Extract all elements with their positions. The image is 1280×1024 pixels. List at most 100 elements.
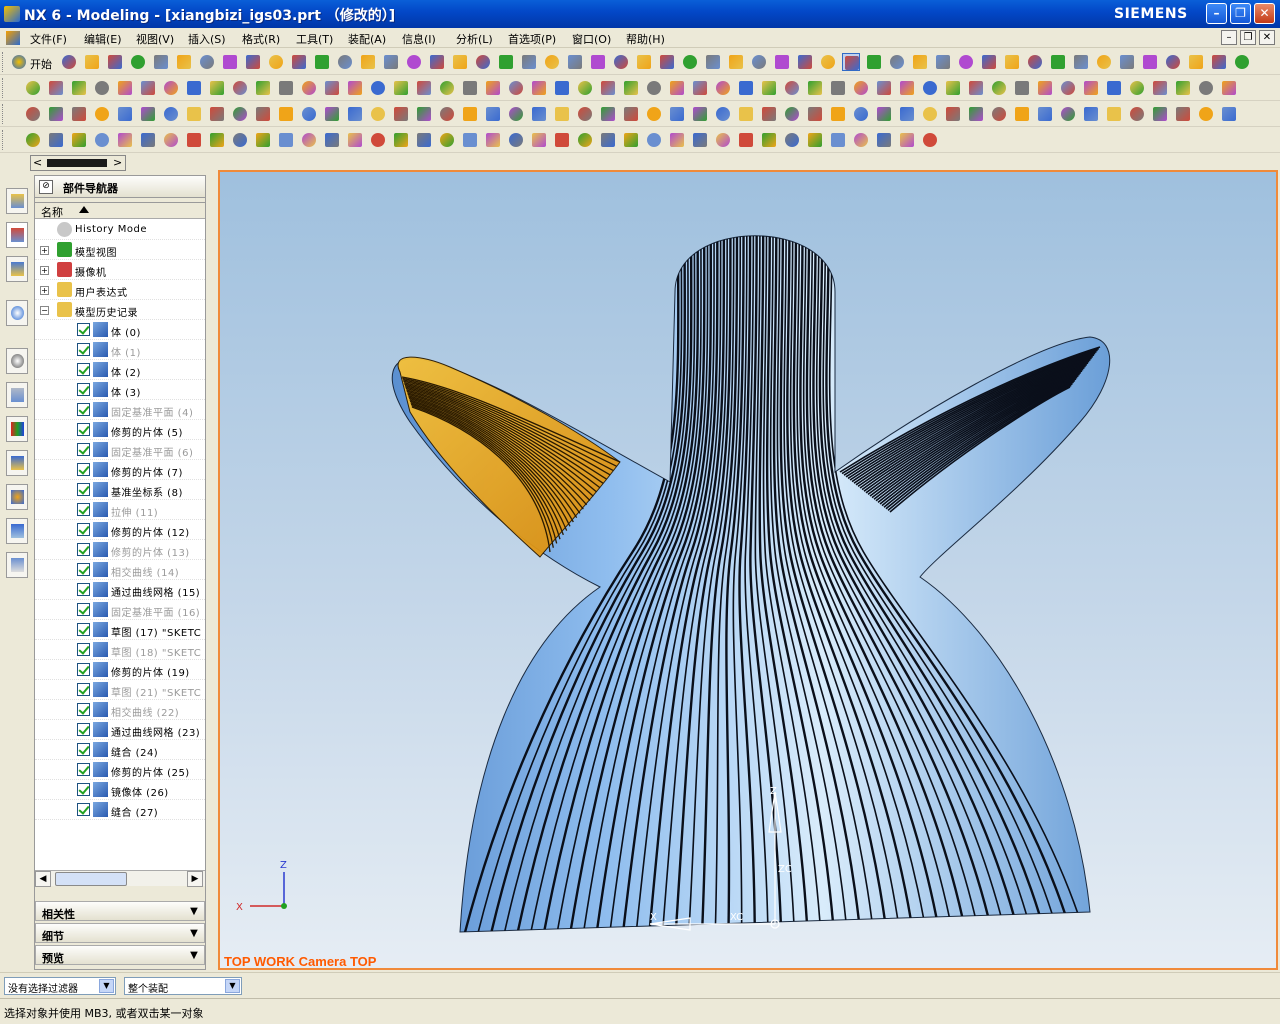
toolbar-tool-icon[interactable]	[461, 79, 479, 97]
toolbar-tool-icon[interactable]	[530, 131, 548, 149]
toolbar-tool-icon[interactable]	[1036, 79, 1054, 97]
toolbar-tool-icon[interactable]	[415, 79, 433, 97]
toolbar-tool-icon[interactable]	[1082, 79, 1100, 97]
scroll-right-icon[interactable]: ▶	[187, 871, 203, 887]
toolbar-tool-icon[interactable]	[369, 105, 387, 123]
toolbar-tool-icon[interactable]	[1105, 105, 1123, 123]
feature-checkbox[interactable]	[77, 563, 90, 576]
constraint-navigator-tab[interactable]	[6, 256, 28, 282]
toolbar-tool-icon[interactable]	[934, 53, 952, 71]
feature-row[interactable]: 体 (1)	[35, 340, 205, 360]
toolbar-tool-icon[interactable]	[1220, 79, 1238, 97]
toolbar-tool-icon[interactable]	[727, 53, 745, 71]
menu-help[interactable]: 帮助(H)	[626, 31, 665, 47]
history-tab[interactable]	[6, 348, 28, 374]
feature-row[interactable]: 固定基准平面 (6)	[35, 440, 205, 460]
menu-edit[interactable]: 编辑(E)	[84, 31, 122, 47]
toolbar-tool-icon[interactable]	[875, 131, 893, 149]
tree-node[interactable]: + 模型视图	[35, 240, 205, 260]
process-studio-tab[interactable]	[6, 450, 28, 476]
details-panel[interactable]: 细节 ▼	[35, 923, 205, 943]
toolbar-tool-icon[interactable]	[139, 105, 157, 123]
maximize-button[interactable]: ❐	[1230, 3, 1251, 24]
toolbar-tool-icon[interactable]	[139, 79, 157, 97]
chevron-down-icon[interactable]: ▼	[187, 949, 201, 962]
toolbar-tool-icon[interactable]	[24, 131, 42, 149]
toolbar-tool-icon[interactable]	[1128, 79, 1146, 97]
toolbar-tool-icon[interactable]	[760, 131, 778, 149]
feature-row[interactable]: 修剪的片体 (25)	[35, 760, 205, 780]
feature-checkbox[interactable]	[77, 463, 90, 476]
toolbar-tool-icon[interactable]	[1036, 105, 1054, 123]
toolbar-tool-icon[interactable]	[461, 105, 479, 123]
toolbar-tool-icon[interactable]	[93, 79, 111, 97]
toolbar-tool-icon[interactable]	[507, 79, 525, 97]
feature-checkbox[interactable]	[77, 603, 90, 616]
reuse-library-tab[interactable]	[6, 382, 28, 408]
feature-row[interactable]: 修剪的片体 (12)	[35, 520, 205, 540]
toolbar-tool-icon[interactable]	[1197, 105, 1215, 123]
toolbar-tool-icon[interactable]	[277, 131, 295, 149]
expand-icon[interactable]: +	[40, 266, 49, 275]
part-navigator-tab[interactable]	[6, 222, 28, 248]
toolbar-tool-icon[interactable]	[277, 105, 295, 123]
toolbar-tool-icon[interactable]	[806, 105, 824, 123]
toolbar-tool-icon[interactable]	[635, 53, 653, 71]
toolbar-tool-icon[interactable]	[1049, 53, 1067, 71]
toolbar-tool-icon[interactable]	[783, 131, 801, 149]
document-icon[interactable]	[6, 31, 20, 45]
toolbar-tool-icon[interactable]	[1013, 105, 1031, 123]
toolbar-tool-icon[interactable]	[599, 79, 617, 97]
toolbar-tool-icon[interactable]	[829, 79, 847, 97]
feature-row[interactable]: 草图 (17) "SKETC	[35, 620, 205, 640]
toolbar-tool-icon[interactable]	[1151, 105, 1169, 123]
toolbar-tool-icon[interactable]	[139, 131, 157, 149]
minimize-button[interactable]: –	[1206, 3, 1227, 24]
feature-row[interactable]: 体 (2)	[35, 360, 205, 380]
toolbar-tool-icon[interactable]	[83, 53, 101, 71]
feature-row[interactable]: 体 (3)	[35, 380, 205, 400]
toolbar-tool-icon[interactable]	[829, 131, 847, 149]
toolbar-tool-icon[interactable]	[1082, 105, 1100, 123]
toolbar-tool-icon[interactable]	[1013, 79, 1031, 97]
toolbar-tool-icon[interactable]	[530, 79, 548, 97]
feature-row[interactable]: 修剪的片体 (7)	[35, 460, 205, 480]
toolbar-grip[interactable]	[2, 104, 5, 124]
toolbar-tool-icon[interactable]	[484, 105, 502, 123]
toolbar-tool-icon[interactable]	[1197, 79, 1215, 97]
toolbar-tool-icon[interactable]	[300, 131, 318, 149]
toolbar-tool-icon[interactable]	[829, 105, 847, 123]
feature-checkbox[interactable]	[77, 383, 90, 396]
feature-checkbox[interactable]	[77, 643, 90, 656]
feature-checkbox[interactable]	[77, 443, 90, 456]
mdi-close-button[interactable]: ✕	[1259, 30, 1275, 45]
toolbar-tool-icon[interactable]	[553, 105, 571, 123]
toolbar-tool-icon[interactable]	[277, 79, 295, 97]
toolbar-tool-icon[interactable]	[645, 79, 663, 97]
toolbar-tool-icon[interactable]	[70, 79, 88, 97]
toolbar-tool-icon[interactable]	[185, 131, 203, 149]
toolbar-tool-icon[interactable]	[599, 131, 617, 149]
menu-insert[interactable]: 插入(S)	[188, 31, 226, 47]
toolbar-tool-icon[interactable]	[737, 79, 755, 97]
toolbar-tool-icon[interactable]	[1174, 105, 1192, 123]
toolbar-tool-icon[interactable]	[750, 53, 768, 71]
chevron-down-icon[interactable]: ▼	[187, 905, 201, 918]
toolbar-tool-icon[interactable]	[60, 53, 78, 71]
toolbar-tool-icon[interactable]	[382, 53, 400, 71]
toolbar-tool-icon[interactable]	[208, 79, 226, 97]
toolbar-tool-icon[interactable]	[313, 53, 331, 71]
toolbar-tool-icon[interactable]	[852, 131, 870, 149]
toolbar-tool-icon[interactable]	[1095, 53, 1113, 71]
toolbar-tool-icon[interactable]	[507, 131, 525, 149]
menu-view[interactable]: 视图(V)	[136, 31, 174, 47]
feature-row[interactable]: 拉伸 (11)	[35, 500, 205, 520]
toolbar-grip[interactable]	[2, 78, 5, 98]
preview-panel[interactable]: 预览 ▼	[35, 945, 205, 965]
toolbar-tool-icon[interactable]	[967, 105, 985, 123]
toolbar-tool-icon[interactable]	[944, 105, 962, 123]
assembly-navigator-tab[interactable]	[6, 188, 28, 214]
close-button[interactable]: ✕	[1254, 3, 1275, 24]
toolbar-tool-icon[interactable]	[254, 131, 272, 149]
feature-row[interactable]: 缝合 (27)	[35, 800, 205, 820]
